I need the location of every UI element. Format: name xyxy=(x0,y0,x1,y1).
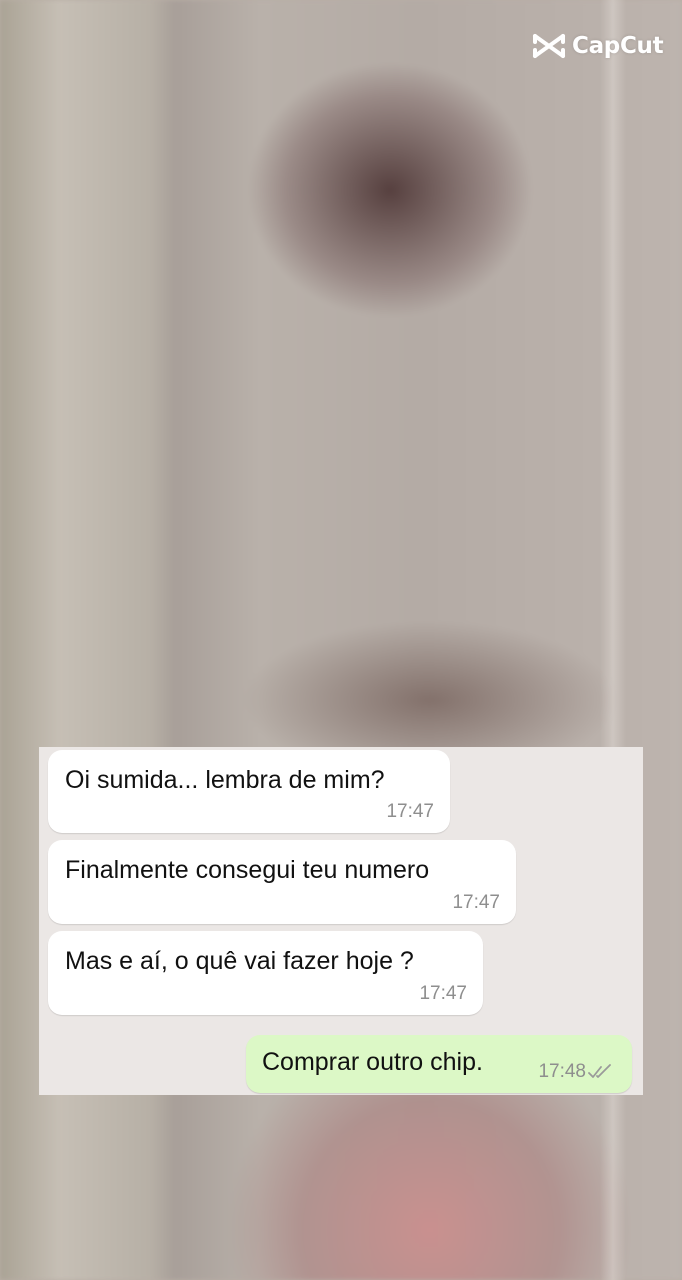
message-text: Finalmente consegui teu numero xyxy=(65,856,430,884)
capcut-watermark-label: CapCut xyxy=(572,33,664,59)
incoming-message-bubble[interactable]: Mas e aí, o quê vai fazer hoje ? 17:47 xyxy=(48,931,483,1015)
message-time: 17:48 xyxy=(538,1061,586,1082)
capcut-logo-icon xyxy=(533,34,565,58)
message-text: Oi sumida... lembra de mim? xyxy=(65,766,385,794)
message-text: Mas e aí, o quê vai fazer hoje ? xyxy=(65,947,414,975)
message-text: Comprar outro chip. xyxy=(262,1048,483,1076)
outgoing-message-bubble[interactable]: Comprar outro chip. 17:48 xyxy=(246,1035,632,1093)
incoming-message-bubble[interactable]: Oi sumida... lembra de mim? 17:47 xyxy=(48,750,450,833)
double-check-icon xyxy=(588,1064,611,1078)
message-time: 17:47 xyxy=(452,892,500,913)
message-time: 17:47 xyxy=(419,983,467,1004)
chat-screenshot: Oi sumida... lembra de mim? 17:47 Finalm… xyxy=(39,747,643,1095)
message-time: 17:47 xyxy=(386,801,434,822)
incoming-message-bubble[interactable]: Finalmente consegui teu numero 17:47 xyxy=(48,840,516,924)
capcut-watermark: CapCut xyxy=(532,30,674,62)
